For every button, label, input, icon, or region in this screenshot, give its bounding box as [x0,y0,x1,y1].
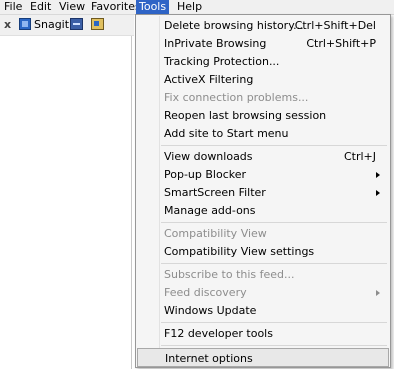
tools-dropdown-menu: Delete browsing history... Ctrl+Shift+De… [135,14,391,368]
menu-item-feed-discovery: Feed discovery [138,284,388,301]
menu-separator [161,345,387,346]
menu-item-add-site-to-start[interactable]: Add site to Start menu [138,125,388,142]
menu-item-label: Delete browsing history... [164,19,304,32]
window-divider [131,36,132,369]
menu-item-label: Reopen last browsing session [164,109,327,122]
menu-item-label: Manage add-ons [164,204,256,217]
menu-separator [161,145,387,146]
menu-item-manage-add-ons[interactable]: Manage add-ons [138,202,388,219]
menu-item-shortcut: Ctrl+Shift+P [306,37,376,50]
menu-help[interactable]: Help [174,0,205,14]
menu-item-label: Internet options [165,352,253,365]
menu-item-label: Fix connection problems... [164,91,309,104]
menu-item-popup-blocker[interactable]: Pop-up Blocker [138,166,388,183]
menu-item-label: SmartScreen Filter [164,186,266,199]
menu-item-smartscreen-filter[interactable]: SmartScreen Filter [138,184,388,201]
menu-item-shortcut: Ctrl+Shift+Del [294,19,376,32]
menu-item-label: Pop-up Blocker [164,168,247,181]
menu-item-label: Compatibility View settings [164,245,315,258]
menu-item-label: F12 developer tools [164,327,273,340]
snagit-capture-icon[interactable] [70,18,83,30]
menu-file[interactable]: File [1,0,25,14]
menu-item-tracking-protection[interactable]: Tracking Protection... [138,53,388,70]
menu-view[interactable]: View [56,0,88,14]
menu-item-compatibility-view: Compatibility View [138,225,388,242]
menu-separator [161,322,387,323]
menu-item-subscribe-feed: Subscribe to this feed... [138,266,388,283]
snagit-button-label[interactable]: Snagit [34,18,69,31]
menu-item-windows-update[interactable]: Windows Update [138,302,388,319]
close-icon[interactable]: x [4,18,11,31]
menu-item-label: Tracking Protection... [164,55,280,68]
menu-item-delete-browsing-history[interactable]: Delete browsing history... Ctrl+Shift+De… [138,17,388,34]
menu-item-label: View downloads [164,150,253,163]
menu-item-label: Add site to Start menu [164,127,289,140]
menu-item-activex-filtering[interactable]: ActiveX Filtering [138,71,388,88]
menu-item-reopen-last-session[interactable]: Reopen last browsing session [138,107,388,124]
menu-tools[interactable]: Tools [136,0,170,14]
submenu-arrow-icon [376,172,380,178]
submenu-arrow-icon [376,290,380,296]
menu-item-label: Compatibility View [164,227,267,240]
command-toolbar: x Snagit [0,15,134,36]
menu-item-label: ActiveX Filtering [164,73,254,86]
menu-item-inprivate-browsing[interactable]: InPrivate Browsing Ctrl+Shift+P [138,35,388,52]
menu-item-label: Subscribe to this feed... [164,268,295,281]
menu-item-fix-connection-problems: Fix connection problems... [138,89,388,106]
menu-item-view-downloads[interactable]: View downloads Ctrl+J [138,148,388,165]
submenu-arrow-icon [376,190,380,196]
menu-edit[interactable]: Edit [27,0,54,14]
menu-item-shortcut: Ctrl+J [343,150,376,163]
menu-separator [161,222,387,223]
menu-item-label: Windows Update [164,304,257,317]
snagit-editor-icon[interactable] [91,18,104,30]
snagit-icon[interactable] [19,18,31,30]
menu-item-f12-developer-tools[interactable]: F12 developer tools [138,325,388,342]
menu-item-compatibility-view-settings[interactable]: Compatibility View settings [138,243,388,260]
menu-item-internet-options[interactable]: Internet options [137,348,389,367]
menu-item-label: InPrivate Browsing [164,37,267,50]
menu-bar: File Edit View Favorites Tools Help [0,0,394,15]
menu-separator [161,263,387,264]
menu-item-label: Feed discovery [164,286,247,299]
